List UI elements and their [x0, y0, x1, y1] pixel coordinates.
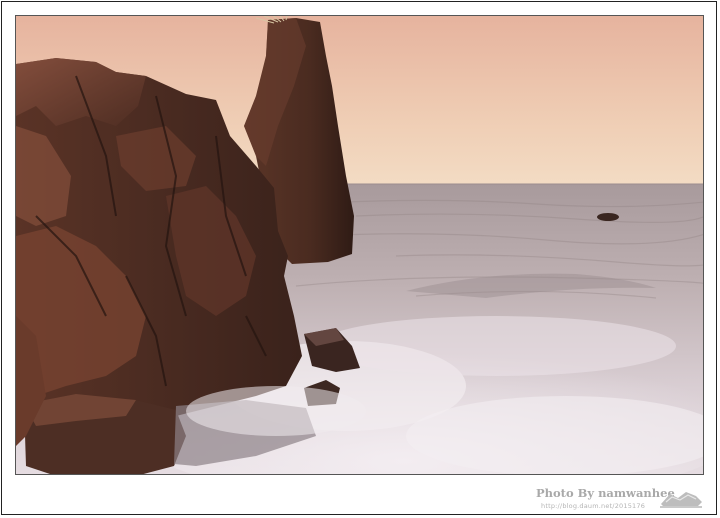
- seascape-image: [16, 16, 703, 474]
- photo-credit: Photo By namwanhee: [536, 486, 675, 500]
- photographer-logo-icon: [660, 492, 702, 508]
- blog-url: http://blog.daum.net/2015176: [541, 502, 646, 510]
- photo: [15, 15, 704, 475]
